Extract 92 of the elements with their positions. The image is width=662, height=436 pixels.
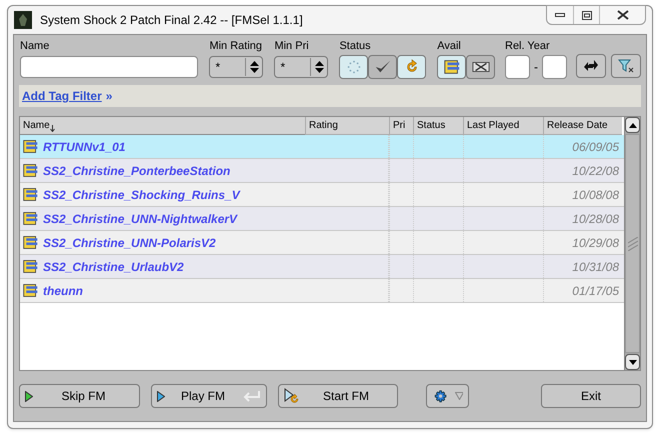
- filter-toggle[interactable]: [466, 55, 496, 79]
- release-date: 10/31/08: [572, 258, 619, 276]
- grip-icon: [628, 236, 638, 250]
- filter-label: Rel. Year: [505, 40, 551, 53]
- start-button[interactable]: Start FM: [278, 384, 398, 408]
- column-header[interactable]: Pri: [389, 117, 413, 135]
- year-to-field[interactable]: [542, 55, 567, 79]
- filter-toggle[interactable]: [437, 55, 466, 79]
- column-header[interactable]: Rating: [305, 117, 389, 135]
- list-row[interactable]: SS2_Christine_UNN-PolarisV2 10/29/08: [20, 231, 624, 255]
- column-header[interactable]: Release Date: [543, 117, 622, 135]
- fm-name: SS2_Christine_UNN-PolarisV2: [43, 234, 216, 252]
- down-arrow-icon: [628, 360, 636, 364]
- filter-label: Avail: [437, 40, 462, 53]
- spin-arrows-icon: [315, 61, 324, 73]
- maximize-icon: [582, 10, 592, 20]
- release-date: 10/28/08: [572, 210, 619, 228]
- list-row[interactable]: theunn 01/17/05: [20, 279, 624, 303]
- fm-name: RTTUNNv1_01: [43, 138, 126, 156]
- spin-arrows-icon: [250, 61, 260, 73]
- name-field[interactable]: [20, 56, 198, 78]
- tag-filter-arrow: »: [106, 88, 112, 105]
- header-text: Last Played: [467, 119, 520, 133]
- filter-label: Name: [20, 40, 50, 53]
- spinner-value: *: [210, 58, 246, 76]
- window-title: System Shock 2 Patch Final 2.42 -- [FMSel 1.1.1]: [40, 12, 303, 29]
- clear-filter-button[interactable]: [611, 54, 641, 78]
- filter-label: Min Pri: [274, 40, 310, 53]
- release-date: 06/09/05: [572, 138, 619, 156]
- enter-key-icon: [241, 390, 261, 402]
- fm-name: theunn: [43, 282, 83, 300]
- fm-name: SS2_Christine_UNN-NightwalkerV: [43, 210, 238, 228]
- play-button[interactable]: Play FM: [151, 384, 267, 408]
- document-stack-icon: [442, 58, 461, 76]
- column-header[interactable]: Status: [413, 117, 463, 135]
- add-tag-filter-link[interactable]: Add Tag Filter: [22, 87, 102, 105]
- sort-arrow-icon: [50, 125, 55, 132]
- release-date: 01/17/05: [572, 282, 619, 300]
- document-stack-icon: [22, 234, 39, 251]
- range-dash: -: [533, 59, 539, 76]
- document-stack-icon: [22, 186, 39, 203]
- play-restart-icon: [284, 388, 300, 404]
- scroll-up-button[interactable]: [625, 117, 640, 133]
- filter-toggle[interactable]: [397, 55, 426, 79]
- column-header[interactable]: Name: [20, 117, 305, 135]
- year-from-field[interactable]: [505, 55, 530, 79]
- rating-spinner[interactable]: *: [274, 56, 328, 78]
- scroll-down-button[interactable]: [625, 354, 640, 370]
- fm-name: SS2_Christine_UrlaubV2: [43, 258, 184, 276]
- header-text: Release Date: [547, 119, 608, 133]
- document-stack-icon: [22, 138, 39, 155]
- release-date: 10/08/08: [572, 186, 619, 204]
- skip-button[interactable]: Skip FM: [19, 384, 140, 408]
- header-text: Pri: [393, 119, 406, 133]
- column-header[interactable]: Last Played: [463, 117, 543, 135]
- gear-icon: [434, 388, 448, 404]
- document-stack-icon: [22, 258, 39, 275]
- rating-spinner[interactable]: *: [209, 56, 264, 78]
- fm-name: SS2_Christine_Shocking_Ruins_V: [43, 186, 240, 204]
- document-stack-icon: [22, 162, 39, 179]
- document-stack-icon: [22, 282, 39, 299]
- header-text: Status: [417, 119, 446, 133]
- filter-toggle[interactable]: [368, 55, 398, 79]
- release-date: 10/22/08: [572, 162, 619, 180]
- document-stack-icon: [22, 210, 39, 227]
- release-date: 10/29/08: [572, 234, 619, 252]
- scroll-thumb[interactable]: [625, 134, 640, 353]
- header-text: Rating: [309, 119, 338, 133]
- filter-toggle[interactable]: [339, 55, 368, 79]
- close-icon: [616, 10, 628, 20]
- list-row[interactable]: SS2_Christine_Shocking_Ruins_V 10/08/08: [20, 183, 624, 207]
- up-arrow-icon: [628, 122, 636, 128]
- list-row[interactable]: SS2_Christine_PonterbeeStation 10/22/08: [20, 159, 624, 183]
- list-row[interactable]: RTTUNNv1_01 06/09/05: [20, 135, 624, 159]
- app-icon: [14, 11, 32, 29]
- swap-arrows-icon: [583, 60, 599, 72]
- filter-clear-icon: [618, 59, 634, 73]
- fm-name: SS2_Christine_PonterbeeStation: [43, 162, 230, 180]
- play-icon: [25, 390, 33, 402]
- minimize-icon: [555, 13, 565, 17]
- list-row[interactable]: SS2_Christine_UrlaubV2 10/31/08: [20, 255, 624, 279]
- header-text: Name: [23, 119, 50, 133]
- exit-button[interactable]: Exit: [541, 384, 641, 408]
- dropdown-triangle-icon: [455, 392, 463, 400]
- filter-label: Min Rating: [209, 40, 264, 53]
- spinner-value: *: [275, 58, 312, 76]
- play-icon: [157, 390, 165, 402]
- settings-button[interactable]: [426, 384, 469, 408]
- list-row[interactable]: SS2_Christine_UNN-NightwalkerV 10/28/08: [20, 207, 624, 231]
- filter-label: Status: [339, 40, 372, 53]
- refresh-button[interactable]: [576, 54, 606, 78]
- scrollbar[interactable]: [624, 117, 640, 370]
